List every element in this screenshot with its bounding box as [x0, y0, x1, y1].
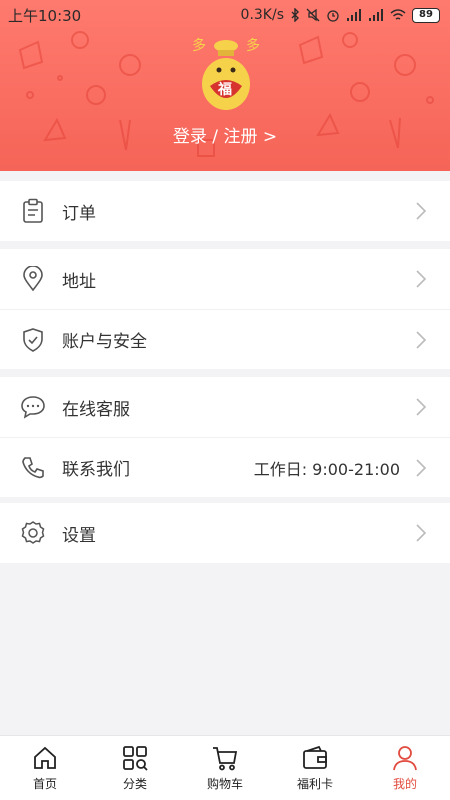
menu-label-online-service: 在线客服	[62, 399, 130, 420]
chevron-right-icon	[416, 330, 427, 349]
tab-label-cart: 购物车	[206, 777, 243, 791]
wifi-icon	[390, 9, 406, 20]
tab-category[interactable]: 分类	[90, 736, 180, 800]
menu-group-account: 地址 账户与安全	[0, 249, 450, 369]
menu-item-orders[interactable]: 订单	[0, 181, 450, 241]
mascot-fu-text: 福	[217, 81, 232, 98]
cart-icon	[213, 747, 238, 771]
gear-icon	[20, 520, 46, 546]
wallet-card-icon	[303, 745, 327, 769]
menu-label-address: 地址	[62, 271, 96, 292]
mascot-lucky-bag-icon: 多 多 福	[192, 37, 260, 110]
profile-header: 上午10:30 0.3K/s 89 多 多 福 登录 / 注册 >	[0, 0, 450, 171]
status-icons: 0.3K/s 89	[241, 7, 440, 23]
network-speed: 0.3K/s	[240, 7, 284, 23]
mute-icon	[306, 8, 320, 22]
phone-icon	[20, 455, 46, 481]
menu-group-support: 在线客服 联系我们 工作日: 9:00-21:00	[0, 377, 450, 497]
menu-item-online-service[interactable]: 在线客服	[0, 377, 450, 437]
tab-mine[interactable]: 我的	[360, 736, 450, 800]
signal-icon	[347, 9, 361, 21]
tab-home[interactable]: 首页	[0, 736, 90, 800]
tab-label-category: 分类	[122, 777, 147, 791]
alarm-icon	[327, 10, 339, 22]
clipboard-icon	[20, 198, 46, 224]
status-bar: 上午10:30 0.3K/s 89	[0, 0, 450, 30]
svg-text:多: 多	[246, 37, 260, 54]
chevron-right-icon	[416, 202, 427, 220]
menu-label-account-security: 账户与安全	[62, 332, 147, 352]
login-register-link[interactable]: 登录 / 注册 >	[0, 122, 450, 147]
tab-label-home: 首页	[32, 777, 57, 791]
tab-label-mine: 我的	[392, 777, 417, 791]
working-hours-text: 工作日: 9:00-21:00	[253, 459, 400, 479]
status-time: 上午10:30	[8, 6, 82, 25]
menu-item-address[interactable]: 地址	[0, 249, 450, 309]
tab-welfare-card[interactable]: 福利卡	[270, 736, 360, 800]
chevron-right-icon	[416, 270, 427, 288]
chevron-right-icon	[416, 458, 427, 477]
chevron-right-icon	[416, 398, 427, 416]
chat-bubble-icon	[20, 394, 46, 420]
menu-item-settings[interactable]: 设置	[0, 503, 450, 563]
chevron-right-icon	[416, 524, 427, 542]
menu-label-contact-us: 联系我们	[62, 460, 130, 480]
shield-check-icon	[20, 327, 46, 353]
tab-cart[interactable]: 购物车	[180, 736, 270, 800]
battery-indicator: 89	[412, 7, 440, 23]
signal-hd-icon	[369, 9, 383, 21]
svg-text:多: 多	[192, 37, 206, 54]
user-icon	[393, 746, 417, 771]
menu-label-settings: 设置	[62, 525, 96, 546]
menu-item-contact-us[interactable]: 联系我们 工作日: 9:00-21:00	[0, 437, 450, 497]
location-pin-icon	[20, 266, 46, 292]
category-grid-icon	[123, 746, 148, 771]
home-icon	[34, 746, 56, 769]
menu-item-account-security[interactable]: 账户与安全	[0, 309, 450, 369]
tab-label-welfare-card: 福利卡	[296, 777, 333, 791]
menu-group-orders: 订单	[0, 181, 450, 241]
bluetooth-icon	[291, 8, 299, 22]
menu-label-orders: 订单	[62, 203, 96, 224]
bottom-tab-bar: 首页 分类 购物车 福利卡 我的	[0, 735, 450, 800]
menu-group-settings: 设置	[0, 503, 450, 563]
